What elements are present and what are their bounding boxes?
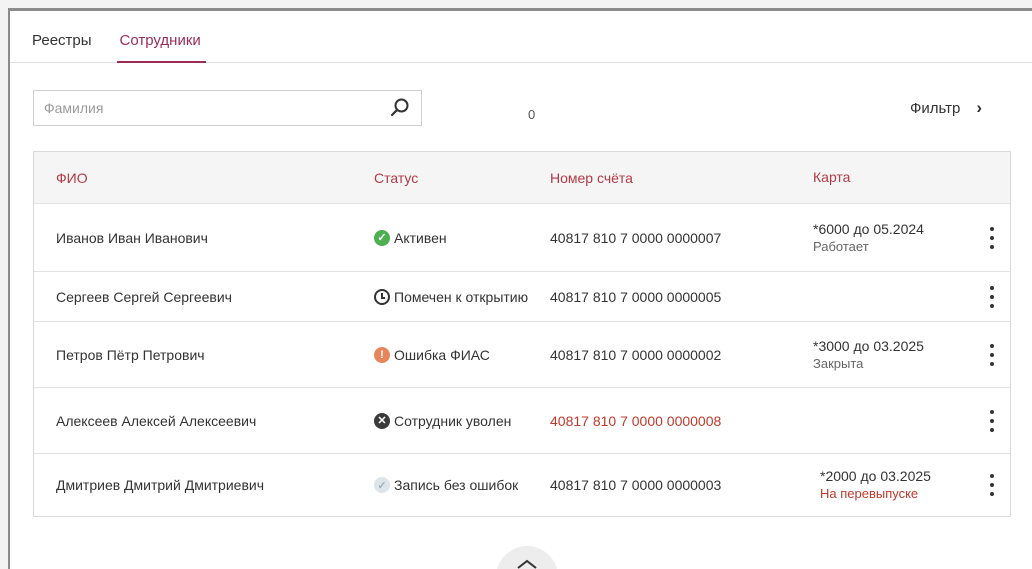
- header-name[interactable]: ФИО: [34, 170, 374, 186]
- table-header: ФИО Статус Номер счёта Карта: [34, 152, 1010, 203]
- header-status[interactable]: Статус: [374, 170, 550, 186]
- check-circle-icon: ✓: [374, 229, 390, 246]
- account-number: 40817 810 7 0000 0000005: [550, 288, 722, 305]
- employee-name: Иванов Иван Иванович: [56, 229, 208, 246]
- header-card[interactable]: Карта: [813, 169, 973, 186]
- chevron-up-icon: [516, 557, 538, 569]
- employees-table: ФИО Статус Номер счёта Карта Иванов Иван…: [33, 151, 1011, 517]
- check-light-icon: ✓: [374, 477, 390, 493]
- card-status: Закрыта: [813, 355, 864, 371]
- employee-name: Петров Пётр Петрович: [56, 346, 205, 363]
- status-text: Помечен к открытию: [394, 288, 529, 305]
- account-number: 40817 810 7 0000 0000002: [550, 346, 722, 363]
- filter-label: Фильтр: [909, 99, 961, 117]
- card-info: *2000 до 03.2025: [820, 468, 931, 484]
- employee-name: Сергеев Сергей Сергеевич: [56, 288, 232, 305]
- header-account[interactable]: Номер счёта: [550, 170, 813, 186]
- status-text: Сотрудник уволен: [394, 412, 512, 429]
- clock-icon: [374, 288, 390, 305]
- more-vert-icon[interactable]: [987, 285, 997, 308]
- account-number: 40817 810 7 0000 0000008: [550, 412, 722, 429]
- account-number: 40817 810 7 0000 0000003: [550, 477, 722, 493]
- card-info: *3000 до 03.2025: [813, 337, 924, 354]
- card-info: *6000 до 05.2024: [813, 220, 924, 237]
- result-count: 0: [528, 107, 536, 122]
- table-row[interactable]: Петров Пётр Петрович ! Ошибка ФИАС 40817…: [34, 321, 1010, 387]
- chevron-right-icon: ›: [976, 98, 982, 117]
- table-row[interactable]: Сергеев Сергей Сергеевич Помечен к откры…: [34, 271, 1010, 321]
- tab-registries[interactable]: Реестры: [32, 11, 92, 63]
- tab-bar: Реестры Сотрудники: [10, 11, 1032, 63]
- filter-button[interactable]: Фильтр ›: [910, 98, 982, 118]
- scroll-up-button[interactable]: [496, 546, 558, 569]
- table-row[interactable]: Алексеев Алексей Алексеевич ✕ Сотрудник …: [34, 387, 1010, 453]
- account-number: 40817 810 7 0000 0000007: [550, 229, 722, 246]
- status-text: Ошибка ФИАС: [394, 346, 490, 363]
- more-vert-icon[interactable]: [987, 226, 997, 249]
- search-icon[interactable]: [389, 97, 411, 119]
- status-text: Запись без ошибок: [394, 477, 519, 493]
- card-status: На перевыпуске: [820, 486, 919, 501]
- more-vert-icon[interactable]: [987, 474, 997, 496]
- x-circle-icon: ✕: [374, 412, 390, 429]
- error-icon: !: [374, 346, 390, 363]
- employee-name: Дмитриев Дмитрий Дмитриевич: [56, 477, 264, 493]
- tab-employees[interactable]: Сотрудники: [116, 11, 207, 63]
- more-vert-icon[interactable]: [987, 343, 997, 366]
- employee-name: Алексеев Алексей Алексеевич: [56, 412, 257, 429]
- card-status: Работает: [813, 238, 869, 254]
- table-row[interactable]: Иванов Иван Иванович ✓ Активен 40817 810…: [34, 203, 1010, 271]
- status-text: Активен: [394, 229, 447, 246]
- app-frame: Реестры Сотрудники 0 Фильтр › ФИО Статус…: [8, 8, 1032, 569]
- toolbar: 0 Фильтр ›: [10, 63, 1032, 148]
- table-row[interactable]: Дмитриев Дмитрий Дмитриевич ✓ Запись без…: [34, 453, 1010, 516]
- more-vert-icon[interactable]: [987, 409, 997, 432]
- search-box: [33, 90, 422, 126]
- search-input[interactable]: [34, 91, 374, 125]
